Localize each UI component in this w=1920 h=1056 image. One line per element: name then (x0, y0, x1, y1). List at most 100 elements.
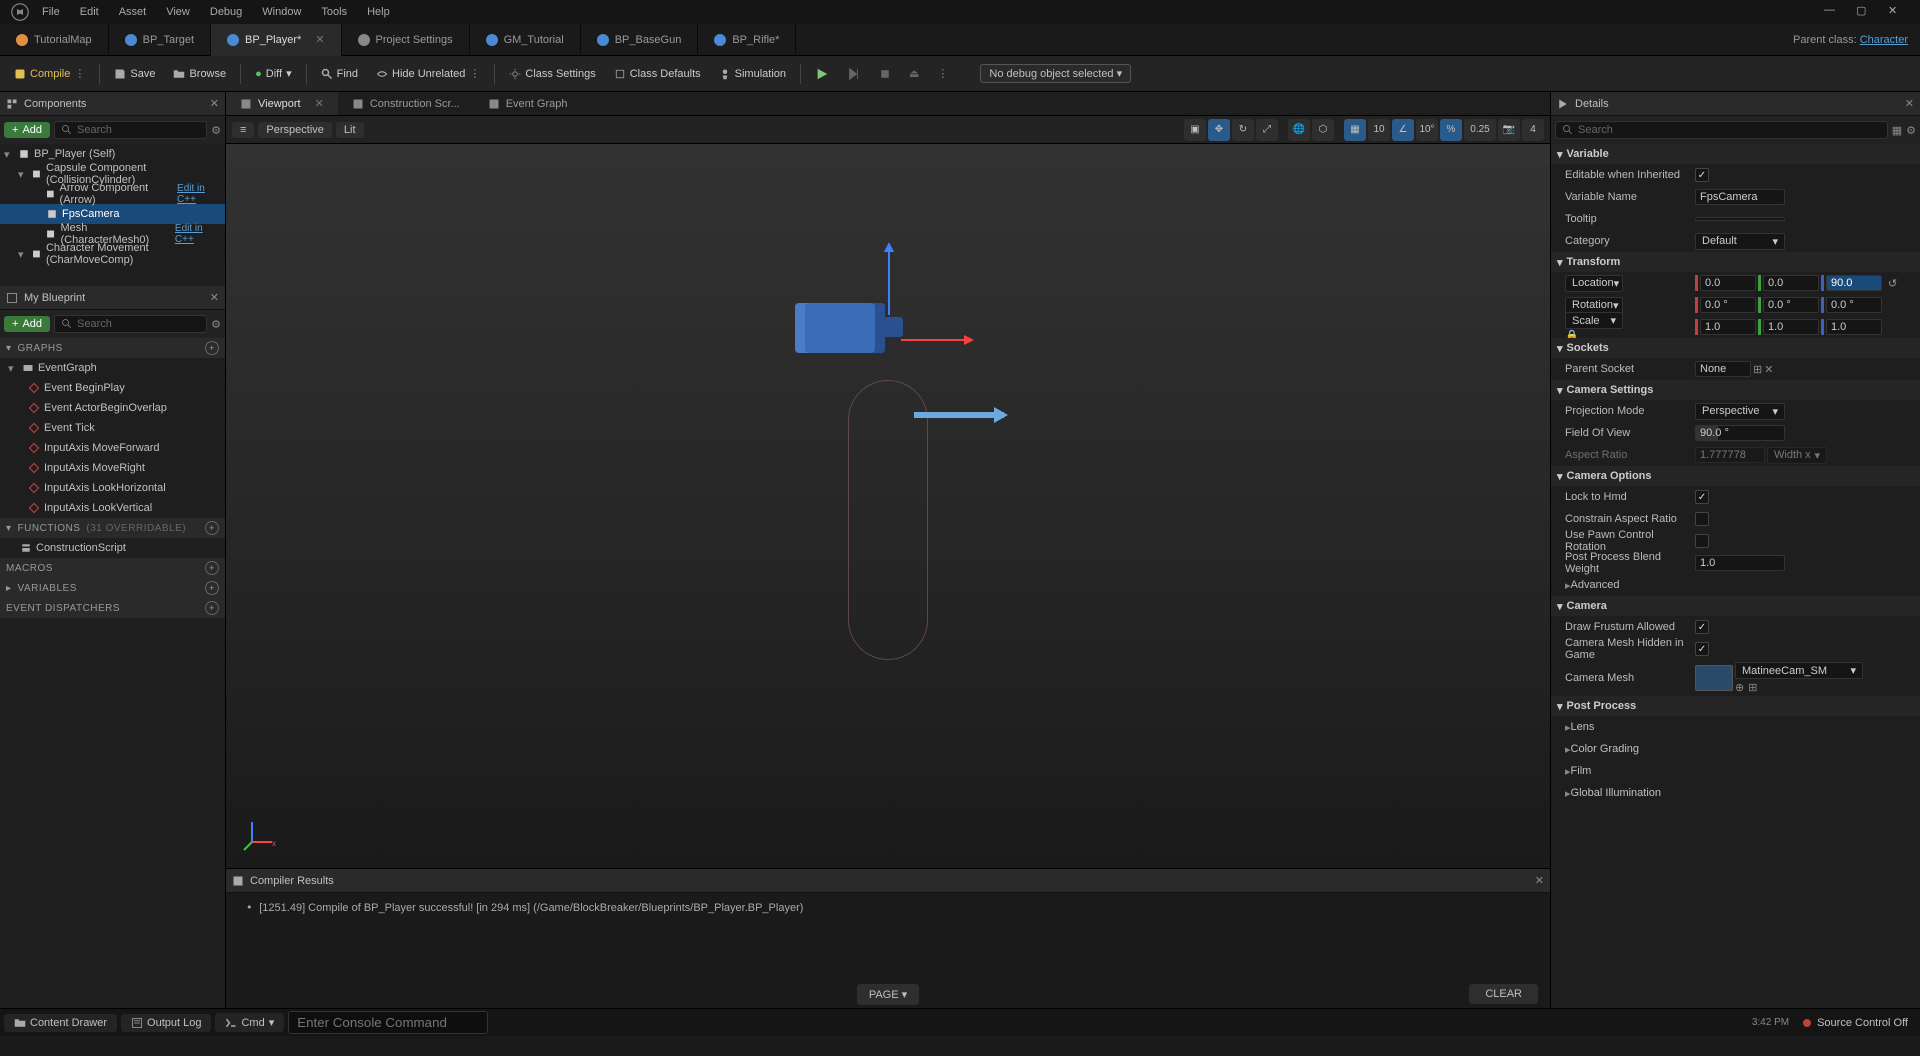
eventgraph-item[interactable]: ▾ EventGraph (0, 358, 225, 378)
scale-dropdown[interactable]: Scale▾ (1565, 312, 1623, 329)
details-close[interactable]: ✕ (1905, 97, 1914, 110)
constructionscript-item[interactable]: ConstructionScript (0, 538, 225, 558)
gizmo-z-axis[interactable] (888, 245, 890, 315)
camera-category[interactable]: ▾ Camera (1551, 596, 1920, 616)
viewport-menu[interactable]: ≡ (232, 122, 254, 138)
globalillum-expand[interactable]: ▸ Global Illumination (1551, 782, 1920, 804)
event-eventtick[interactable]: Event Tick (0, 418, 225, 438)
socket-browse-icon[interactable]: ⊞ (1753, 363, 1762, 376)
center-tab-eventgraph[interactable]: Event Graph (474, 92, 582, 115)
myblueprint-close[interactable]: ✕ (210, 291, 219, 304)
scale-tool-icon[interactable]: ⤢ (1256, 119, 1278, 141)
menu-asset[interactable]: Asset (109, 2, 157, 22)
functions-add[interactable]: + (205, 521, 219, 535)
macros-add[interactable]: + (205, 561, 219, 575)
graphs-add[interactable]: + (205, 341, 219, 355)
menu-help[interactable]: Help (357, 2, 400, 22)
parent-class-link[interactable]: Character (1860, 34, 1908, 46)
components-settings-icon[interactable]: ⚙ (211, 124, 221, 137)
hide-unrelated-button[interactable]: Hide Unrelated ⋮ (368, 60, 488, 88)
sockets-category[interactable]: ▾ Sockets (1551, 338, 1920, 358)
center-tab-viewport[interactable]: Viewport✕ (226, 92, 338, 115)
tab-bprifle[interactable]: BP_Rifle* (698, 24, 796, 56)
cammesh-thumbnail[interactable] (1695, 665, 1733, 691)
scale-z[interactable]: 1.0 (1826, 319, 1882, 335)
tab-close-icon[interactable]: ✕ (315, 33, 324, 46)
coord-space-icon[interactable]: 🌐 (1288, 119, 1310, 141)
functions-section[interactable]: ▾FUNCTIONS (31 OVERRIDABLE) + (0, 518, 225, 538)
event-inputaxislookvertical[interactable]: InputAxis LookVertical (0, 498, 225, 518)
dispatchers-section[interactable]: EVENT DISPATCHERS + (0, 598, 225, 618)
component-character[interactable]: ▾Character Movement (CharMoveComp) (0, 244, 225, 264)
grid-snap-icon[interactable]: ▦ (1344, 119, 1366, 141)
cammesh-browse-icon[interactable]: ⊞ (1748, 681, 1757, 694)
window-minimize[interactable]: — (1824, 4, 1840, 20)
components-search[interactable]: Search (54, 121, 207, 139)
graphs-section[interactable]: ▾GRAPHS + (0, 338, 225, 358)
category-dropdown[interactable]: Default▾ (1695, 233, 1785, 250)
select-tool-icon[interactable]: ▣ (1184, 119, 1206, 141)
grid-snap-value[interactable]: 10 (1368, 119, 1390, 141)
variable-category[interactable]: ▾ Variable (1551, 144, 1920, 164)
save-button[interactable]: Save (106, 60, 163, 88)
event-inputaxislookhorizontal[interactable]: InputAxis LookHorizontal (0, 478, 225, 498)
event-eventactorbeginoverlap[interactable]: Event ActorBeginOverlap (0, 398, 225, 418)
location-y[interactable]: 0.0 (1763, 275, 1819, 291)
play-button[interactable] (807, 60, 837, 88)
menu-tools[interactable]: Tools (311, 2, 357, 22)
compiler-page-button[interactable]: PAGE ▾ (857, 984, 919, 1005)
components-close[interactable]: ✕ (210, 97, 219, 110)
angle-snap-icon[interactable]: ∠ (1392, 119, 1414, 141)
compiler-close[interactable]: ✕ (1535, 874, 1544, 887)
component-fpscamera[interactable]: FpsCamera (0, 204, 225, 224)
varname-input[interactable]: FpsCamera (1695, 189, 1785, 205)
details-view-icon[interactable]: ▦ (1892, 124, 1902, 137)
blueprint-search[interactable]: Search (54, 315, 207, 333)
camoptions-category[interactable]: ▾ Camera Options (1551, 466, 1920, 486)
dispatchers-add[interactable]: + (205, 601, 219, 615)
tab-gmtutorial[interactable]: GM_Tutorial (470, 24, 581, 56)
lockhmd-checkbox[interactable] (1695, 490, 1709, 504)
tab-bpplayer[interactable]: BP_Player*✕ (211, 24, 341, 56)
colorgrading-expand[interactable]: ▸ Color Grading (1551, 738, 1920, 760)
camera-speed-value[interactable]: 4 (1522, 119, 1544, 141)
surface-snap-icon[interactable]: ⬡ (1312, 119, 1334, 141)
postprocess-category[interactable]: ▾ Post Process (1551, 696, 1920, 716)
lens-expand[interactable]: ▸ Lens (1551, 716, 1920, 738)
source-control-label[interactable]: Source Control Off (1817, 1017, 1908, 1029)
edit-cpp-link[interactable]: Edit in C++ (177, 183, 221, 205)
tab-projectsettings[interactable]: Project Settings (342, 24, 470, 56)
menu-debug[interactable]: Debug (200, 2, 252, 22)
projmode-dropdown[interactable]: Perspective▾ (1695, 403, 1785, 420)
rotate-tool-icon[interactable]: ↻ (1232, 119, 1254, 141)
event-inputaxismoveright[interactable]: InputAxis MoveRight (0, 458, 225, 478)
details-search[interactable]: Search (1555, 121, 1888, 139)
macros-section[interactable]: MACROS + (0, 558, 225, 578)
editable-checkbox[interactable] (1695, 168, 1709, 182)
cammesh-use-icon[interactable]: ⊕ (1735, 681, 1744, 694)
scale-y[interactable]: 1.0 (1763, 319, 1819, 335)
rotation-y[interactable]: 0.0 ° (1763, 297, 1819, 313)
advanced-expand[interactable]: ▸ Advanced (1551, 574, 1920, 596)
cmd-dropdown[interactable]: Cmd ▾ (215, 1013, 284, 1032)
class-defaults-button[interactable]: Class Defaults (606, 60, 709, 88)
diff-button[interactable]: ●Diff▾ (247, 60, 300, 88)
compiler-clear-button[interactable]: CLEAR (1469, 984, 1538, 1004)
location-z[interactable]: 90.0 (1826, 275, 1882, 291)
simulation-button[interactable]: Simulation (711, 60, 794, 88)
scale-snap-value[interactable]: 0.25 (1464, 119, 1496, 141)
translate-tool-icon[interactable]: ✥ (1208, 119, 1230, 141)
browse-button[interactable]: Browse (165, 60, 234, 88)
hidden-checkbox[interactable] (1695, 642, 1709, 656)
component-mesh[interactable]: Mesh (CharacterMesh0)Edit in C++ (0, 224, 225, 244)
details-settings-icon[interactable]: ⚙ (1906, 124, 1916, 137)
eject-button[interactable]: ⏏ (901, 60, 927, 88)
event-inputaxismoveforward[interactable]: InputAxis MoveForward (0, 438, 225, 458)
location-x[interactable]: 0.0 (1700, 275, 1756, 291)
center-tab-constructionscr[interactable]: Construction Scr... (338, 92, 474, 115)
play-options[interactable]: ⋮ (929, 60, 956, 88)
rotation-z[interactable]: 0.0 ° (1826, 297, 1882, 313)
component-capsule[interactable]: ▾Capsule Component (CollisionCylinder) (0, 164, 225, 184)
viewport-lit[interactable]: Lit (336, 122, 364, 138)
scale-snap-icon[interactable]: % (1440, 119, 1462, 141)
